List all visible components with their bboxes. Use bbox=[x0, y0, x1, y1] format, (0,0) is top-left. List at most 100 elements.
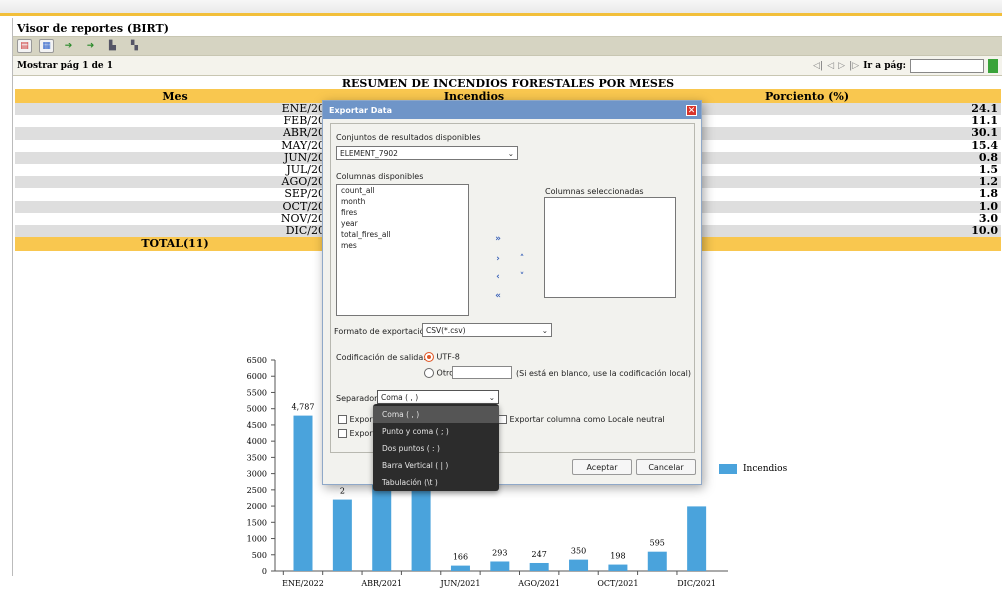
encoding-other-input[interactable] bbox=[452, 366, 512, 379]
menu-item-dos-puntos[interactable]: Dos puntos ( : ) bbox=[373, 440, 499, 457]
y-tick-label: 2000 bbox=[247, 502, 267, 511]
y-tick-label: 6500 bbox=[247, 356, 267, 365]
selected-columns-list[interactable] bbox=[544, 197, 676, 298]
result-set-value: ELEMENT_7902 bbox=[340, 148, 398, 158]
add-all-icon[interactable]: » bbox=[492, 234, 504, 244]
export-report-icon[interactable]: ➜ bbox=[83, 39, 98, 53]
data-label: 595 bbox=[650, 539, 665, 548]
encoding-utf8-label: UTF-8 bbox=[436, 352, 460, 362]
bar bbox=[608, 564, 628, 571]
data-label: 2 bbox=[340, 487, 345, 496]
x-tick-label: OCT/2021 bbox=[597, 579, 638, 588]
add-selected-icon[interactable]: › bbox=[492, 254, 504, 264]
move-up-icon[interactable]: ˄ bbox=[516, 254, 528, 264]
available-columns-list[interactable]: count_all month fires year total_fires_a… bbox=[336, 184, 469, 316]
data-label: 4,787 bbox=[292, 403, 315, 412]
legend-label: Incendios bbox=[743, 464, 788, 474]
parameters-icon[interactable]: ▦ bbox=[39, 39, 54, 53]
encoding-label: Codificación de salida: bbox=[336, 353, 426, 362]
menu-item-barra-vertical[interactable]: Barra Vertical ( | ) bbox=[373, 457, 499, 474]
y-tick-label: 5000 bbox=[247, 405, 267, 414]
cell-mes: ABR/202 bbox=[15, 127, 335, 140]
cell-mes: OCT/202 bbox=[15, 200, 335, 213]
column-header-mes: Mes bbox=[15, 89, 335, 103]
close-icon[interactable]: ✕ bbox=[686, 104, 697, 116]
selected-columns-label: Columnas seleccionadas bbox=[545, 187, 644, 196]
dialog-title: Exportar Data bbox=[329, 105, 393, 115]
data-label: 350 bbox=[571, 547, 586, 556]
previous-page-icon[interactable]: ◁ bbox=[827, 61, 834, 71]
print-server-icon[interactable]: ▚ bbox=[127, 39, 142, 53]
first-page-icon[interactable]: ◁| bbox=[813, 61, 823, 71]
print-icon[interactable]: ▙ bbox=[105, 39, 120, 53]
navigation-bar: Mostrar pág 1 de 1 ◁| ◁ ▷ |▷ Ir a pág: bbox=[13, 56, 1002, 76]
checkbox-icon[interactable] bbox=[338, 415, 347, 424]
checkbox-icon[interactable] bbox=[498, 415, 507, 424]
menu-item-punto-y-coma[interactable]: Punto y coma ( ; ) bbox=[373, 423, 499, 440]
encoding-other-option[interactable]: Otro bbox=[424, 368, 454, 378]
cell-mes: SEP/202 bbox=[284, 187, 332, 201]
bar bbox=[529, 562, 549, 571]
export-data-icon[interactable]: ➔ bbox=[61, 39, 76, 53]
bar bbox=[569, 559, 589, 571]
data-label: 293 bbox=[492, 548, 507, 557]
cancel-button[interactable]: Cancelar bbox=[636, 459, 696, 475]
list-item[interactable]: count_all bbox=[337, 185, 468, 196]
export-locale-neutral-label: Exportar columna como Locale neutral bbox=[509, 415, 665, 424]
checkbox-icon[interactable] bbox=[338, 429, 347, 438]
bar bbox=[647, 551, 667, 571]
separator-select[interactable]: Coma ( , ) ⌄ bbox=[377, 390, 499, 404]
last-page-icon[interactable]: |▷ bbox=[849, 61, 859, 71]
viewer-toolbar: ▤ ▦ ➔ ➜ ▙ ▚ bbox=[13, 36, 1002, 56]
y-tick-label: 3500 bbox=[247, 453, 267, 462]
chart-legend: Incendios bbox=[719, 464, 787, 474]
chevron-down-icon: ⌄ bbox=[488, 392, 495, 402]
y-tick-label: 6000 bbox=[247, 372, 267, 381]
bar bbox=[332, 499, 352, 571]
list-item[interactable]: mes bbox=[337, 240, 468, 251]
data-label: 198 bbox=[610, 552, 625, 561]
goto-page-input[interactable] bbox=[910, 58, 984, 73]
menu-item-tabulacion[interactable]: Tabulación (\t ) bbox=[373, 474, 499, 491]
list-item[interactable]: month bbox=[337, 196, 468, 207]
remove-all-icon[interactable]: « bbox=[492, 291, 504, 301]
radio-icon[interactable] bbox=[424, 368, 434, 378]
result-set-select[interactable]: ELEMENT_7902 ⌄ bbox=[336, 146, 518, 160]
format-value: CSV(*.csv) bbox=[426, 325, 466, 335]
page-info: Mostrar pág 1 de 1 bbox=[17, 60, 113, 71]
next-page-icon[interactable]: ▷ bbox=[838, 61, 845, 71]
remove-selected-icon[interactable]: ‹ bbox=[492, 272, 504, 282]
bar bbox=[687, 506, 707, 571]
encoding-hint: (Si está en blanco, use la codificación … bbox=[516, 369, 692, 378]
toc-icon[interactable]: ▤ bbox=[17, 39, 32, 53]
bar bbox=[293, 415, 313, 571]
cell-mes: DIC/202 bbox=[15, 224, 335, 238]
data-label: 166 bbox=[453, 553, 468, 562]
y-tick-label: 500 bbox=[252, 551, 267, 560]
list-item[interactable]: fires bbox=[337, 207, 468, 218]
separator-label: Separador: bbox=[336, 394, 380, 403]
list-item[interactable]: year bbox=[337, 218, 468, 229]
list-item[interactable]: total_fires_all bbox=[337, 229, 468, 240]
menu-item-coma[interactable]: Coma ( , ) bbox=[373, 406, 499, 423]
chevron-down-icon: ⌄ bbox=[507, 148, 514, 158]
goto-page-label: Ir a pág: bbox=[863, 60, 906, 71]
x-tick-label: ABR/2021 bbox=[360, 579, 402, 588]
accept-button[interactable]: Aceptar bbox=[572, 459, 632, 475]
x-tick-label: DIC/2021 bbox=[677, 579, 716, 588]
bar bbox=[450, 565, 470, 571]
format-select[interactable]: CSV(*.csv) ⌄ bbox=[422, 323, 552, 337]
y-tick-label: 2500 bbox=[247, 486, 267, 495]
available-columns-label: Columnas disponibles bbox=[336, 172, 424, 181]
export-option-1[interactable]: Export bbox=[338, 415, 376, 424]
report-title: RESUMEN DE INCENDIOS FORESTALES POR MESE… bbox=[341, 77, 675, 90]
radio-selected-icon[interactable] bbox=[424, 352, 434, 362]
goto-page-button[interactable] bbox=[988, 58, 998, 73]
y-tick-label: 4500 bbox=[247, 421, 267, 430]
x-tick-label: ENE/2022 bbox=[282, 579, 324, 588]
encoding-utf8-option[interactable]: UTF-8 bbox=[424, 352, 460, 362]
move-down-icon[interactable]: ˅ bbox=[516, 272, 528, 282]
export-locale-neutral-option[interactable]: Exportar columna como Locale neutral bbox=[498, 415, 665, 424]
y-tick-label: 5500 bbox=[247, 388, 267, 397]
viewer-title: Visor de reportes (BIRT) bbox=[17, 22, 169, 35]
